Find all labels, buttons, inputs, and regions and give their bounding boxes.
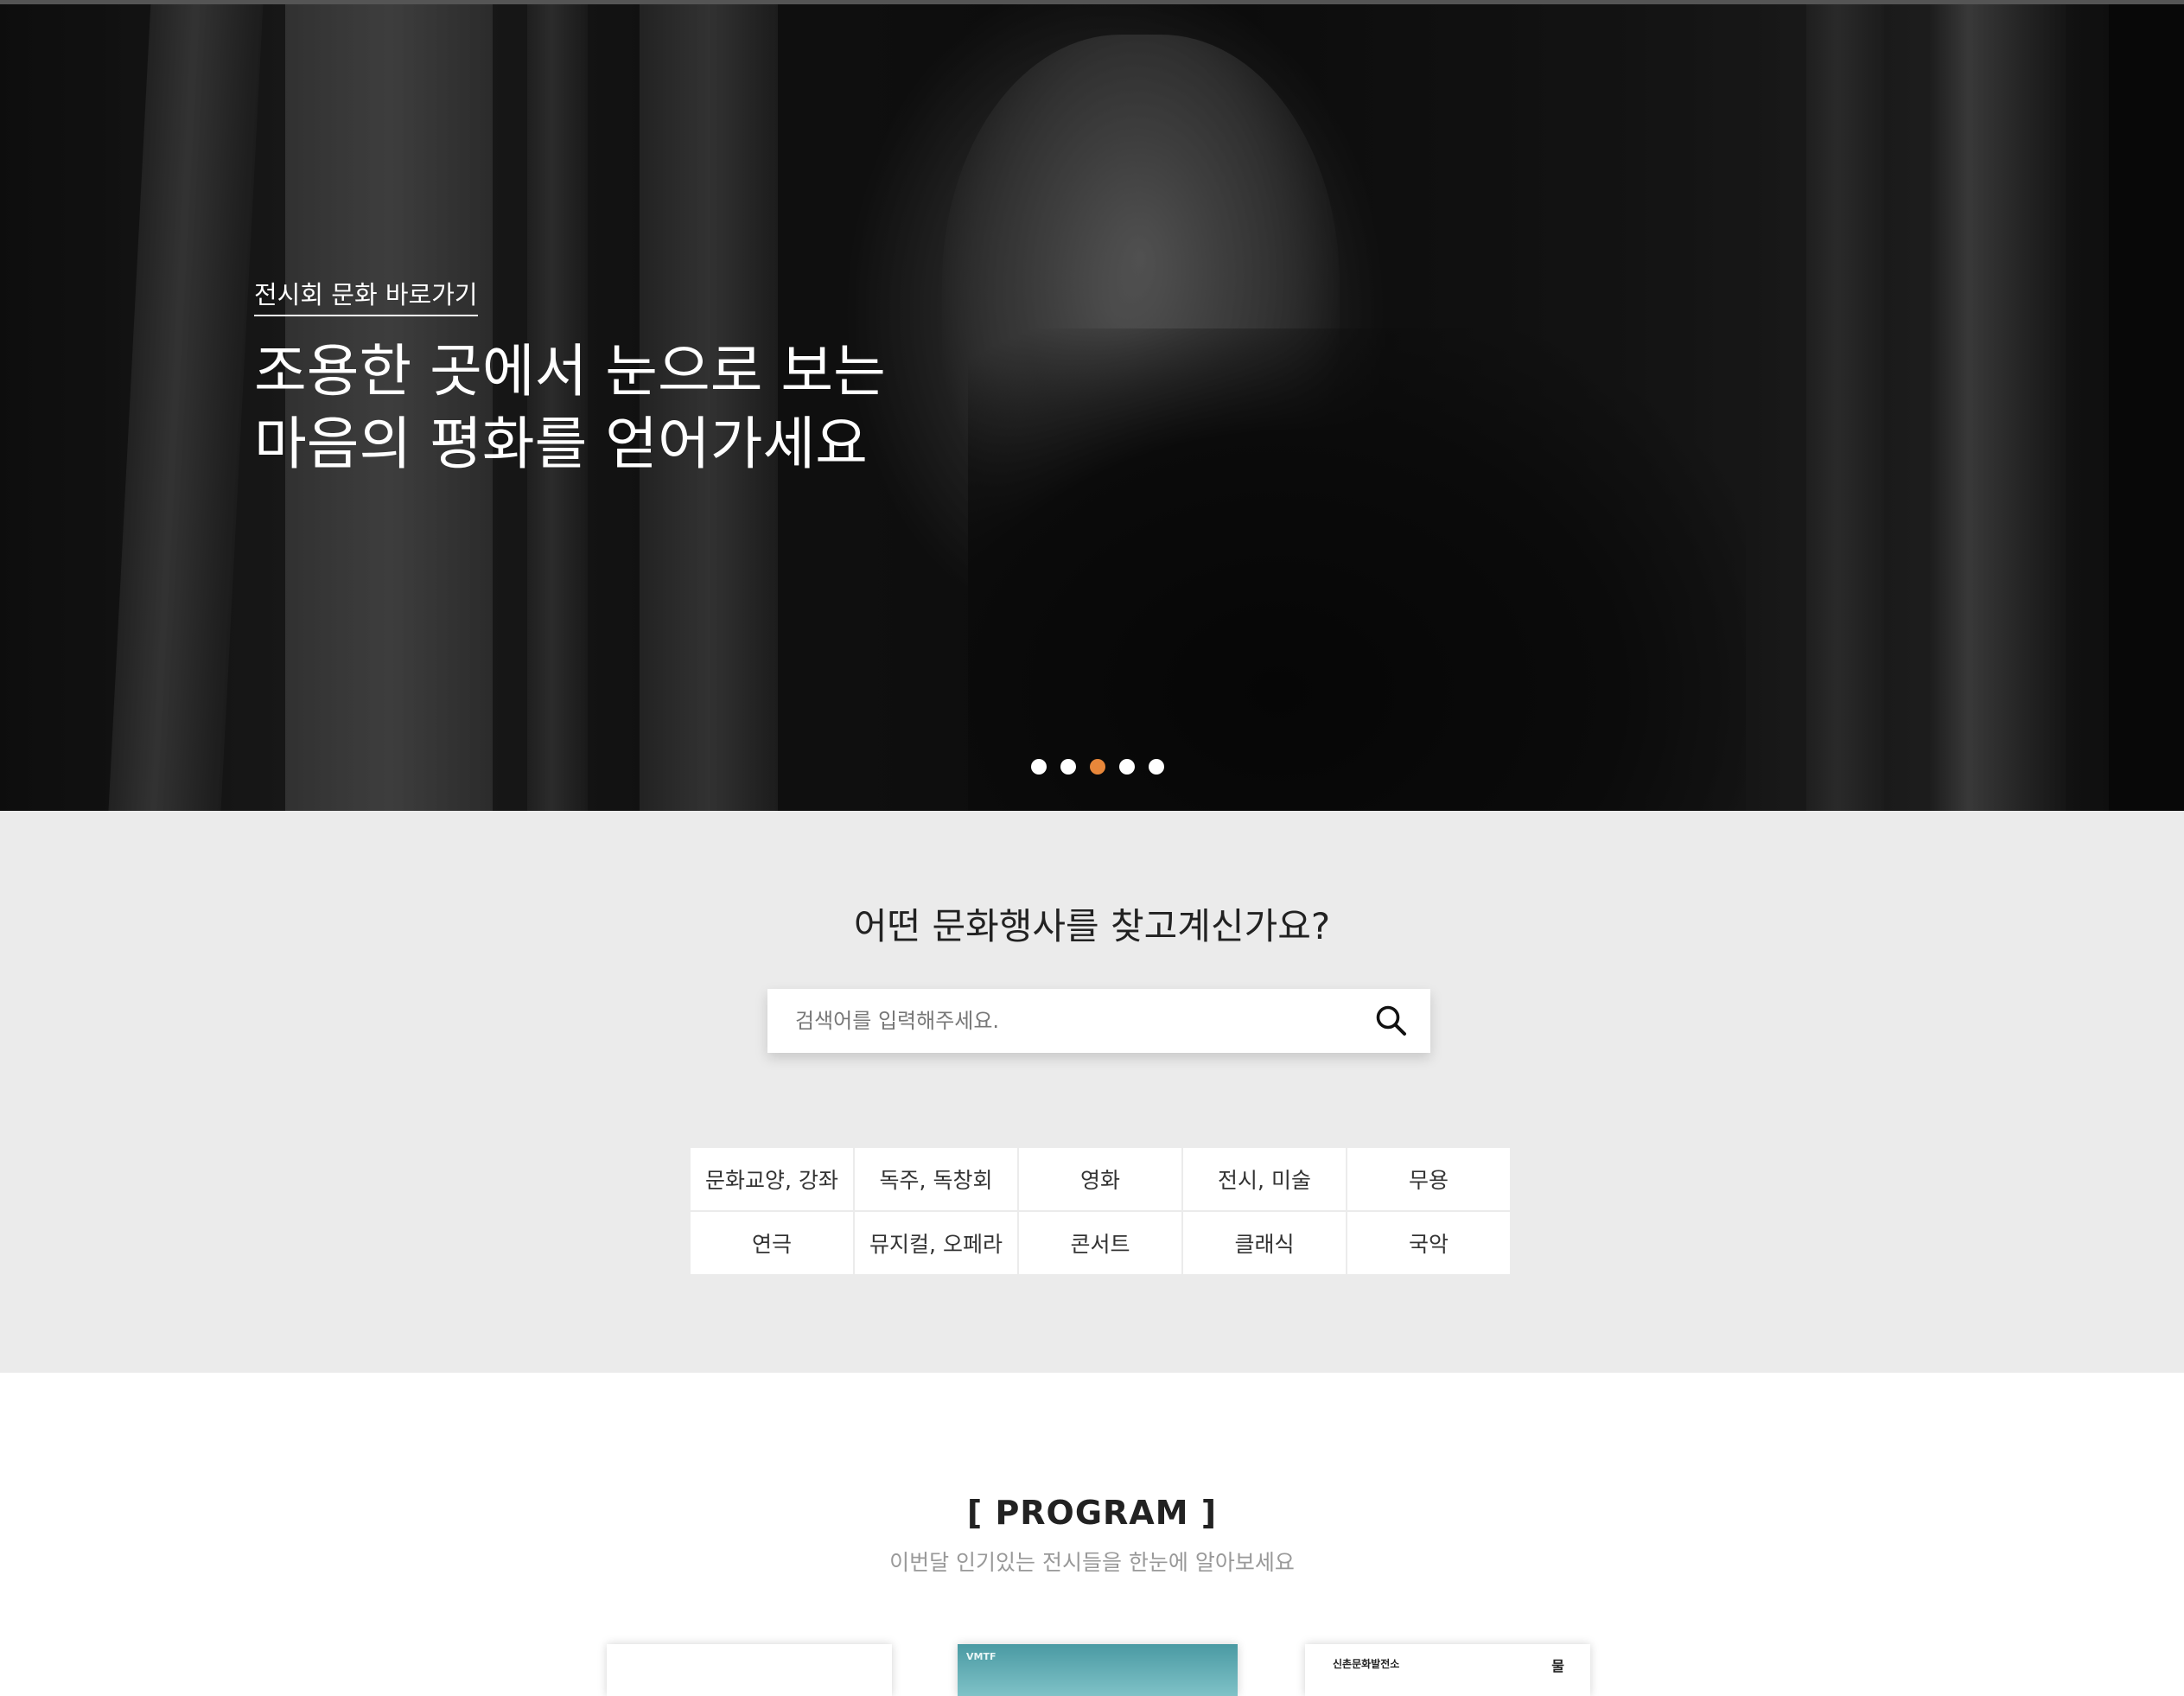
hero-banner: 전시회 문화 바로가기 조용한 곳에서 눈으로 보는 마음의 평화를 얻어가세요 [0, 0, 2184, 811]
program-subtitle: 이번달 인기있는 전시들을 한눈에 알아보세요 [889, 1550, 1295, 1575]
category-concert[interactable]: 콘서트 [1019, 1212, 1181, 1274]
hero-shortcut-link[interactable]: 전시회 문화 바로가기 [254, 275, 478, 316]
category-grid: 문화교양, 강좌 독주, 독창회 영화 전시, 미술 무용 연극 뮤지컬, 오페… [691, 1148, 1510, 1274]
slide-dot-3-active[interactable] [1090, 759, 1105, 775]
category-recital[interactable]: 독주, 독창회 [855, 1148, 1017, 1210]
search-box [767, 989, 1430, 1053]
program-card-label: 신촌문화발전소 [1333, 1658, 1400, 1670]
category-exhibition-art[interactable]: 전시, 미술 [1183, 1148, 1346, 1210]
category-theater[interactable]: 연극 [691, 1212, 853, 1274]
search-button[interactable] [1372, 1001, 1411, 1041]
search-title: 어떤 문화행사를 찾고계신가요? [853, 905, 1331, 947]
slide-dot-4[interactable] [1119, 759, 1135, 775]
slide-dot-1[interactable] [1031, 759, 1047, 775]
program-card[interactable]: 신촌문화발전소 물 [1305, 1644, 1590, 1696]
search-input[interactable] [767, 989, 1348, 1053]
slide-dot-5[interactable] [1149, 759, 1164, 775]
program-card[interactable]: VMTF [958, 1644, 1238, 1696]
category-movie[interactable]: 영화 [1019, 1148, 1181, 1210]
category-classical[interactable]: 클래식 [1183, 1212, 1346, 1274]
slide-pagination [1031, 759, 1164, 775]
category-dance[interactable]: 무용 [1347, 1148, 1510, 1210]
search-icon [1376, 1005, 1406, 1036]
hero-headline: 조용한 곳에서 눈으로 보는 마음의 평화를 얻어가세요 [254, 335, 1118, 481]
category-culture-lecture[interactable]: 문화교양, 강좌 [691, 1148, 853, 1210]
category-musical-opera[interactable]: 뮤지컬, 오페라 [855, 1212, 1017, 1274]
program-card-label: VMTF [966, 1651, 996, 1662]
category-korean-traditional[interactable]: 국악 [1347, 1212, 1510, 1274]
program-card[interactable] [607, 1644, 892, 1696]
hero-headline-line: 마음의 평화를 얻어가세요 [254, 411, 868, 477]
program-title: [ PROGRAM ] [966, 1494, 1218, 1532]
hero-headline-line: 조용한 곳에서 눈으로 보는 [254, 338, 886, 405]
slide-dot-2[interactable] [1060, 759, 1076, 775]
top-border [0, 0, 2184, 4]
search-section: 어떤 문화행사를 찾고계신가요? 문화교양, 강좌 독주, 독창회 영화 전시,… [0, 811, 2184, 1373]
program-card-side-label: 물 [1551, 1658, 1564, 1674]
